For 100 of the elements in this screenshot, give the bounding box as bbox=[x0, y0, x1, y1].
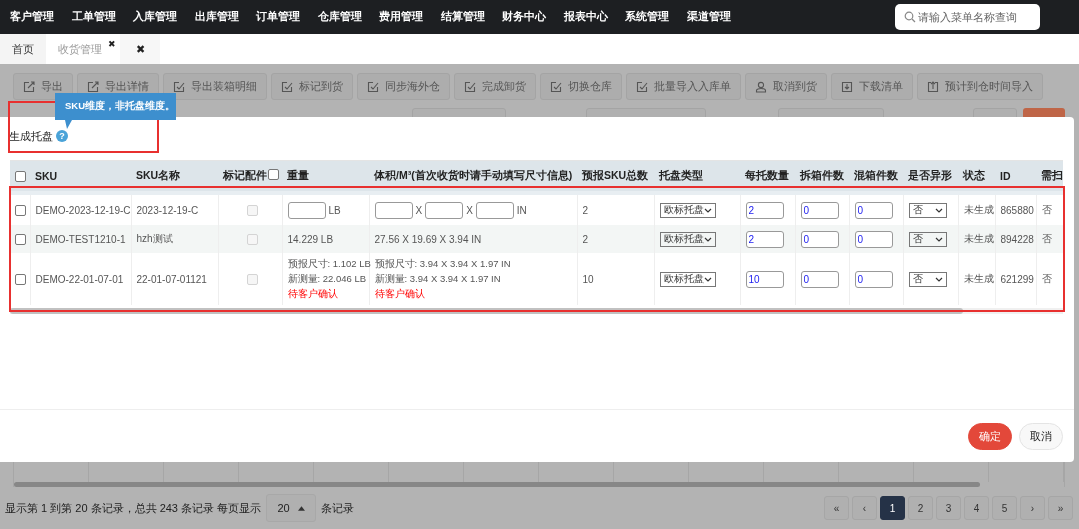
nav-menu-item[interactable]: 结算管理 bbox=[440, 10, 502, 24]
page-button[interactable]: 1 bbox=[880, 496, 905, 520]
page-button[interactable]: 2 bbox=[908, 496, 933, 520]
toolbar-button[interactable]: 下载清单 bbox=[831, 73, 913, 100]
page-button[interactable]: › bbox=[1020, 496, 1045, 520]
irregular-select[interactable]: 否 bbox=[908, 202, 947, 218]
page-size-dropdown[interactable]: 20 bbox=[266, 494, 317, 522]
header-checkbox[interactable] bbox=[268, 169, 279, 180]
column-header: 是否异形 bbox=[903, 161, 958, 193]
weight-field[interactable] bbox=[287, 201, 326, 219]
chevron-icon bbox=[703, 276, 712, 282]
page-button[interactable]: ‹ bbox=[852, 496, 877, 520]
nav-menu-item[interactable]: 出库管理 bbox=[194, 10, 256, 24]
quantity-field[interactable]: 0 bbox=[800, 270, 839, 288]
quantity-field[interactable]: 0 bbox=[800, 230, 839, 248]
row-checkbox[interactable] bbox=[15, 273, 26, 285]
chevron-icon bbox=[934, 236, 943, 242]
chevron-icon bbox=[703, 236, 712, 242]
nav-menu-item[interactable]: 仓库管理 bbox=[317, 10, 379, 24]
toolbar-button[interactable]: 完成卸货 bbox=[454, 73, 536, 100]
toolbar-button[interactable]: 同步海外仓 bbox=[357, 73, 450, 100]
dimension-field[interactable] bbox=[374, 201, 413, 219]
irregular-select[interactable]: 否 bbox=[908, 231, 947, 247]
export-icon bbox=[87, 80, 99, 93]
nav-menu-item[interactable]: 工单管理 bbox=[71, 10, 133, 24]
unit-label: LB bbox=[328, 204, 341, 216]
table-cell: 否 bbox=[1036, 253, 1063, 305]
export-icon bbox=[23, 80, 35, 93]
toolbar-button[interactable]: 预计到仓时间导入 bbox=[917, 73, 1043, 100]
row-checkbox[interactable] bbox=[15, 233, 26, 245]
quantity-field[interactable]: 2 bbox=[745, 201, 784, 219]
column-header: 状态 bbox=[958, 161, 995, 193]
quantity-field[interactable]: 2 bbox=[745, 230, 784, 248]
column-header: 混箱件数 bbox=[849, 161, 903, 193]
close-tabs-button[interactable]: ✖ bbox=[120, 34, 160, 64]
weight-value: 新测量: 22.046 LB bbox=[287, 272, 368, 286]
quantity-field[interactable]: 0 bbox=[800, 201, 839, 219]
column-header: 重量 bbox=[282, 161, 369, 193]
table-cell: 未生成 bbox=[958, 225, 995, 253]
page-button[interactable]: 4 bbox=[964, 496, 989, 520]
menu-search-field[interactable]: 请输入菜单名称查询 bbox=[895, 4, 1040, 30]
volume-value: 27.56 X 19.69 X 3.94 IN bbox=[374, 233, 482, 245]
nav-menu-item[interactable]: 财务中心 bbox=[502, 10, 564, 24]
toolbar-button[interactable]: 导出 bbox=[13, 73, 73, 100]
page-tab[interactable]: 首页 bbox=[0, 34, 46, 64]
column-header: 标记配件 bbox=[218, 161, 282, 193]
pallet-type-select[interactable]: 欧标托盘 bbox=[659, 271, 716, 287]
dimension-separator: X bbox=[415, 204, 423, 216]
irregular-select[interactable]: 否 bbox=[908, 271, 947, 287]
toolbar-button[interactable]: 取消到货 bbox=[745, 73, 827, 100]
nav-menu-item[interactable]: 费用管理 bbox=[379, 10, 441, 24]
select-all-checkbox[interactable] bbox=[15, 171, 26, 183]
page-button[interactable]: » bbox=[1048, 496, 1073, 520]
nav-menu-item[interactable]: 报表中心 bbox=[563, 10, 625, 24]
row-checkbox[interactable] bbox=[15, 204, 26, 216]
close-icon[interactable]: ✖ bbox=[108, 39, 116, 49]
column-header: 需扫 bbox=[1036, 161, 1063, 193]
table-cell: hzh测试 bbox=[131, 225, 218, 253]
chevron-icon bbox=[934, 276, 943, 282]
pallet-type-select[interactable]: 欧标托盘 bbox=[659, 231, 716, 247]
dialog-button[interactable]: 取消 bbox=[1019, 422, 1063, 450]
column-header: 预报SKU总数 bbox=[577, 161, 654, 193]
nav-menu-item[interactable]: 入库管理 bbox=[133, 10, 195, 24]
toolbar-button[interactable]: 导出装箱明细 bbox=[163, 73, 267, 100]
dialog-button[interactable]: 确定 bbox=[968, 422, 1012, 450]
page-button[interactable]: 3 bbox=[936, 496, 961, 520]
toolbar-button[interactable]: 批量导入入库单 bbox=[626, 73, 741, 100]
column-header: 拆箱件数 bbox=[795, 161, 849, 193]
nav-menu-item[interactable]: 订单管理 bbox=[256, 10, 318, 24]
quantity-field[interactable]: 0 bbox=[854, 230, 893, 248]
quantity-field[interactable]: 0 bbox=[854, 270, 893, 288]
download-icon bbox=[841, 80, 853, 93]
table-cell: DEMO-TEST1210-1 bbox=[30, 225, 131, 253]
page-button[interactable]: « bbox=[824, 496, 849, 520]
dimension-field[interactable] bbox=[425, 201, 464, 219]
page-button[interactable]: 5 bbox=[992, 496, 1017, 520]
column-header: 每托数量 bbox=[740, 161, 795, 193]
quantity-field[interactable]: 10 bbox=[745, 270, 784, 288]
table-cell: DEMO-22-01-07-01 bbox=[30, 253, 131, 305]
dialog-title: 生成托盘 bbox=[9, 128, 53, 144]
toolbar-button[interactable]: 切换仓库 bbox=[540, 73, 622, 100]
table-cell: 10 bbox=[577, 253, 654, 305]
nav-menu-item[interactable]: 渠道管理 bbox=[686, 10, 748, 24]
toolbar-button[interactable]: 标记到货 bbox=[271, 73, 353, 100]
quantity-field[interactable]: 0 bbox=[854, 201, 893, 219]
chevron-icon bbox=[703, 207, 712, 213]
chevron-icon bbox=[934, 207, 943, 213]
user-icon bbox=[755, 80, 767, 93]
nav-menu-item[interactable]: 客户管理 bbox=[10, 10, 72, 24]
pending-note: 待客户确认 bbox=[374, 287, 426, 301]
records-label: 条记录 bbox=[321, 500, 355, 516]
records-summary: 显示第 1 到第 20 条记录，总共 243 条记录 每页显示 bbox=[5, 500, 262, 516]
dimension-field[interactable] bbox=[475, 201, 514, 219]
dimension-separator: X bbox=[466, 204, 473, 216]
table-cell: 621299 bbox=[995, 253, 1036, 305]
nav-menu-item[interactable]: 系统管理 bbox=[625, 10, 687, 24]
search-icon bbox=[904, 11, 916, 23]
column-header: SKU名称 bbox=[131, 161, 218, 193]
pallet-type-select[interactable]: 欧标托盘 bbox=[659, 202, 716, 218]
caret-icon bbox=[297, 505, 305, 511]
